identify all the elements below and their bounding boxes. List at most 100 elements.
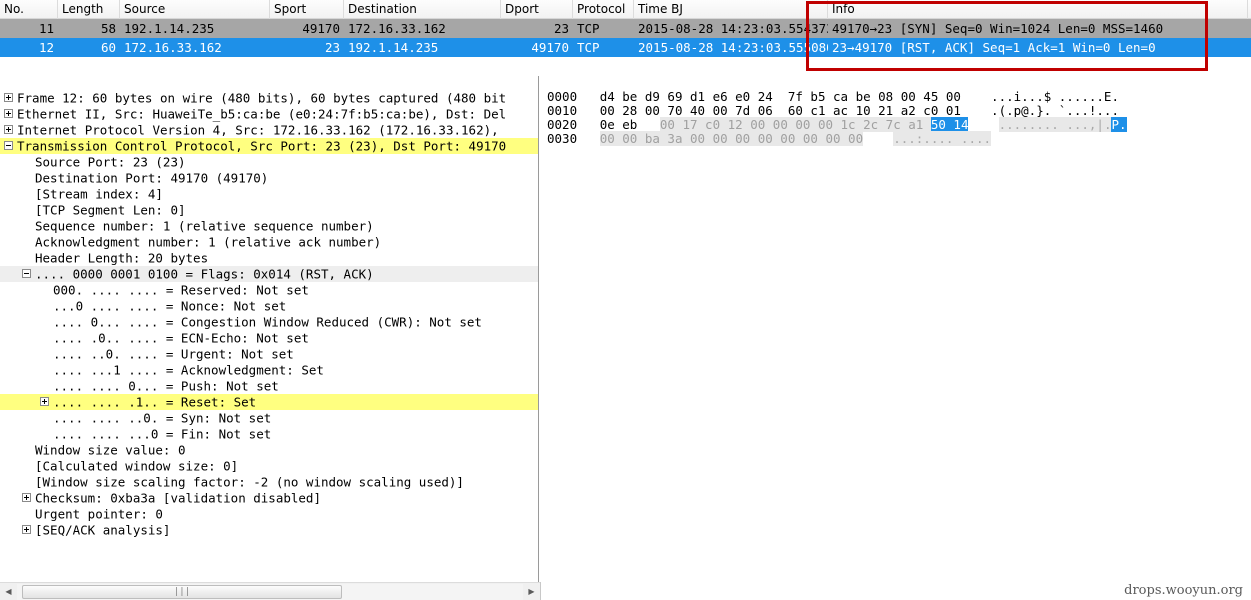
detail-tree-row[interactable]: Urgent pointer: 0 <box>0 506 538 522</box>
detail-tree-row[interactable]: Internet Protocol Version 4, Src: 172.16… <box>0 122 538 138</box>
detail-tree-row[interactable]: Ethernet II, Src: HuaweiTe_b5:ca:be (e0:… <box>0 106 538 122</box>
detail-tree-row[interactable]: Checksum: 0xba3a [validation disabled] <box>0 490 538 506</box>
cell-protocol: TCP <box>577 21 600 36</box>
detail-tree-row[interactable]: .... ..0. .... = Urgent: Not set <box>0 346 538 362</box>
packet-bytes-pane[interactable]: 0000 d4 be d9 69 d1 e6 e0 24 7f b5 ca be… <box>540 76 1251 582</box>
hex-byte-group: d4 be d9 69 d1 e6 e0 24 <box>599 89 773 104</box>
hex-dump-row[interactable]: 0020 0e eb 00 17 c0 12 00 00 00 00 1c 2c… <box>540 117 1251 132</box>
hex-ascii-group: P. <box>1111 117 1127 132</box>
detail-tree-row[interactable]: .... .0.. .... = ECN-Echo: Not set <box>0 330 538 346</box>
expand-plus-icon[interactable] <box>22 525 31 534</box>
column-header-source[interactable]: Source <box>120 0 270 19</box>
detail-tree-row[interactable]: Header Length: 20 bytes <box>0 250 538 266</box>
cell-destination: 192.1.14.235 <box>348 40 439 55</box>
detail-tree-label: [Stream index: 4] <box>35 186 163 202</box>
detail-tree-row[interactable]: .... .... .1.. = Reset: Set <box>0 394 538 410</box>
detail-tree-label: Source Port: 23 (23) <box>35 154 186 170</box>
hex-dump-row[interactable]: 0030 00 00 ba 3a 00 00 00 00 00 00 00 00… <box>540 131 1251 146</box>
detail-tree-row[interactable]: Sequence number: 1 (relative sequence nu… <box>0 218 538 234</box>
tree-spacer-icon <box>40 333 49 342</box>
detail-tree-label: Sequence number: 1 (relative sequence nu… <box>35 218 374 234</box>
cell-length: 60 <box>100 40 116 55</box>
cell-dport: 49170 <box>531 40 569 55</box>
detail-tree-row[interactable]: ...0 .... .... = Nonce: Not set <box>0 298 538 314</box>
detail-tree-row[interactable]: Window size value: 0 <box>0 442 538 458</box>
table-row[interactable]: 12 60 172.16.33.162 23 192.1.14.235 4917… <box>0 38 1251 57</box>
detail-tree-row[interactable]: Frame 12: 60 bytes on wire (480 bits), 6… <box>0 90 538 106</box>
scrollbar-thumb[interactable]: ||| <box>22 584 342 599</box>
column-header-sport[interactable]: Sport <box>270 0 344 19</box>
tree-spacer-icon <box>40 381 49 390</box>
table-row[interactable]: 11 58 192.1.14.235 49170 172.16.33.162 2… <box>0 19 1251 38</box>
detail-tree-row[interactable]: [Stream index: 4] <box>0 186 538 202</box>
detail-tree-row[interactable]: Destination Port: 49170 (49170) <box>0 170 538 186</box>
detail-tree-row[interactable]: [Window size scaling factor: -2 (no wind… <box>0 474 538 490</box>
scroll-left-arrow-icon[interactable]: ◀ <box>0 583 17 600</box>
detail-tree-row[interactable]: Source Port: 23 (23) <box>0 154 538 170</box>
column-header-time[interactable]: Time BJ <box>634 0 828 19</box>
detail-tree-row[interactable]: .... .... ..0. = Syn: Not set <box>0 410 538 426</box>
detail-tree-label: Ethernet II, Src: HuaweiTe_b5:ca:be (e0:… <box>17 106 507 122</box>
watermark: drops.wooyun.org <box>1124 583 1243 598</box>
cell-time: 2015-08-28 14:23:03.554373 <box>638 21 828 36</box>
detail-tree-row[interactable]: [SEQ/ACK analysis] <box>0 522 538 538</box>
hex-dump-row[interactable]: 0000 d4 be d9 69 d1 e6 e0 24 7f b5 ca be… <box>540 90 1251 104</box>
tree-spacer-icon <box>22 445 31 454</box>
cell-info: 23→49170 [RST, ACK] Seq=1 Ack=1 Win=0 Le… <box>832 40 1156 55</box>
hex-ascii-group: ........ ...,|. <box>998 117 1112 132</box>
packet-list-header[interactable]: No. Length Source Sport Destination Dpor… <box>0 0 1251 19</box>
expand-plus-icon[interactable] <box>4 93 13 102</box>
expand-plus-icon[interactable] <box>40 397 49 406</box>
collapse-minus-icon[interactable] <box>4 141 13 150</box>
packet-list-pane[interactable]: No. Length Source Sport Destination Dpor… <box>0 0 1251 76</box>
detail-tree-row[interactable]: .... .... 0... = Push: Not set <box>0 378 538 394</box>
detail-tree-row[interactable]: .... .... ...0 = Fin: Not set <box>0 426 538 442</box>
detail-tree-row[interactable]: .... 0000 0001 0100 = Flags: 0x014 (RST,… <box>0 266 538 282</box>
cell-dport: 23 <box>553 21 569 36</box>
detail-tree-label: .... .... ...0 = Fin: Not set <box>53 426 272 442</box>
tree-spacer-icon <box>22 237 31 246</box>
expand-plus-icon[interactable] <box>4 125 13 134</box>
detail-tree-row[interactable]: [TCP Segment Len: 0] <box>0 202 538 218</box>
cell-no: 12 <box>38 40 54 55</box>
cell-no: 11 <box>38 21 54 36</box>
detail-tree-row[interactable]: [Calculated window size: 0] <box>0 458 538 474</box>
hex-dump-row[interactable]: 0010 00 28 00 70 40 00 7d 06 60 c1 ac 10… <box>540 104 1251 118</box>
expand-plus-icon[interactable] <box>4 109 13 118</box>
column-header-length[interactable]: Length <box>58 0 120 19</box>
tree-spacer-icon <box>40 285 49 294</box>
tree-spacer-icon <box>40 365 49 374</box>
tree-spacer-icon <box>22 189 31 198</box>
hex-ascii-group: ...i...$ ......E. <box>991 89 1119 104</box>
detail-tree-row[interactable]: Transmission Control Protocol, Src Port:… <box>0 138 538 154</box>
packet-details-pane[interactable]: Frame 12: 60 bytes on wire (480 bits), 6… <box>0 76 539 582</box>
column-header-protocol[interactable]: Protocol <box>573 0 634 19</box>
expand-plus-icon[interactable] <box>22 493 31 502</box>
pane-divider <box>540 582 541 600</box>
scrollbar-track[interactable]: ||| <box>17 583 523 600</box>
horizontal-scrollbar[interactable]: ◀ ||| ▶ <box>0 582 540 600</box>
detail-tree-row[interactable]: 000. .... .... = Reserved: Not set <box>0 282 538 298</box>
hex-byte-group: 7f b5 ca be 08 00 45 00 <box>787 89 961 104</box>
column-header-info[interactable]: Info <box>828 0 1248 19</box>
hex-offset: 0000 <box>547 89 578 104</box>
tree-spacer-icon <box>22 253 31 262</box>
detail-tree-row[interactable]: .... ...1 .... = Acknowledgment: Set <box>0 362 538 378</box>
hex-byte-group: 60 c1 ac 10 21 a2 c0 01 <box>787 103 961 118</box>
detail-tree-label: Urgent pointer: 0 <box>35 506 163 522</box>
tree-spacer-icon <box>22 509 31 518</box>
scroll-right-arrow-icon[interactable]: ▶ <box>523 583 540 600</box>
detail-tree-label: Transmission Control Protocol, Src Port:… <box>17 138 507 154</box>
column-header-no[interactable]: No. <box>0 0 58 19</box>
column-header-destination[interactable]: Destination <box>344 0 501 19</box>
column-header-dport[interactable]: Dport <box>501 0 573 19</box>
collapse-minus-icon[interactable] <box>22 269 31 278</box>
detail-tree-label: Frame 12: 60 bytes on wire (480 bits), 6… <box>17 90 507 106</box>
detail-tree-row[interactable]: .... 0... .... = Congestion Window Reduc… <box>0 314 538 330</box>
tree-spacer-icon <box>22 477 31 486</box>
detail-tree-label: Window size value: 0 <box>35 442 186 458</box>
detail-tree-row[interactable]: Acknowledgment number: 1 (relative ack n… <box>0 234 538 250</box>
detail-tree-label: .... .0.. .... = ECN-Echo: Not set <box>53 330 309 346</box>
detail-tree-label: .... 0000 0001 0100 = Flags: 0x014 (RST,… <box>35 266 374 282</box>
tree-spacer-icon <box>22 205 31 214</box>
